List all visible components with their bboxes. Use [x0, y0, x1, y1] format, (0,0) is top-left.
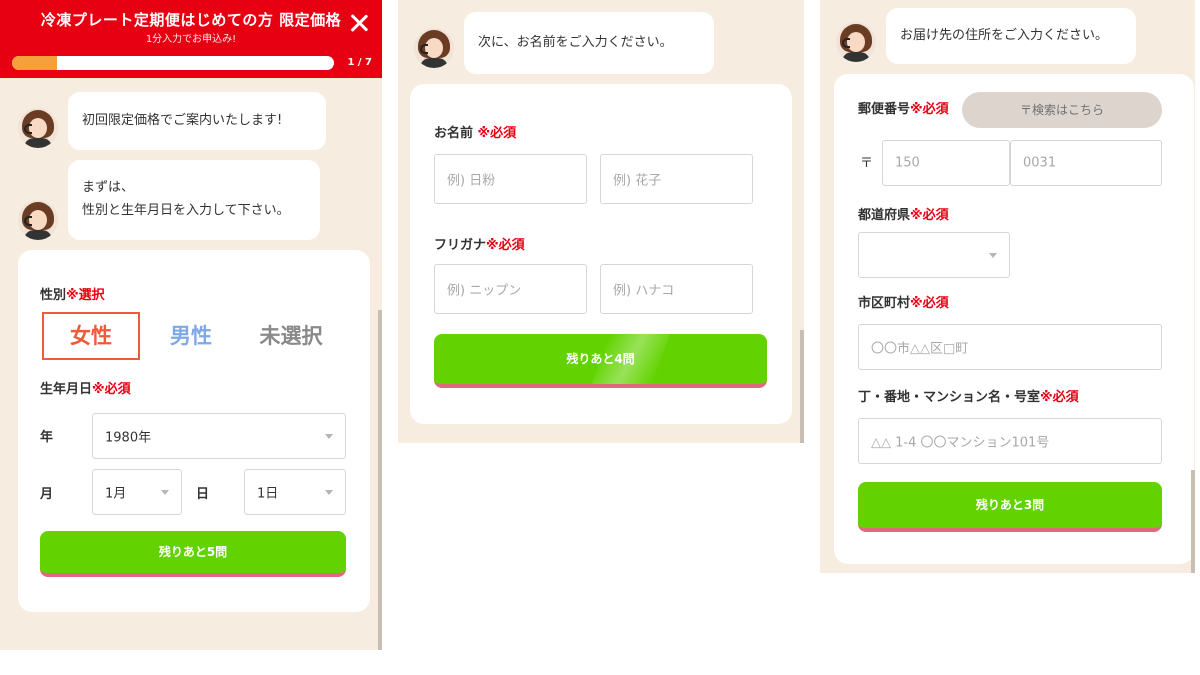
last-name-kana-placeholder: 例) ニップン [447, 283, 522, 299]
city-input[interactable]: 〇〇市△△区□町 [858, 324, 1162, 370]
progress-fill [12, 56, 58, 70]
postal-code-second-input[interactable]: 0031 [1010, 140, 1162, 186]
scrollbar[interactable] [800, 330, 804, 443]
screen-gender-birthdate: 冷凍プレート定期便はじめての方 限定価格 1分入力でお申込み! 1 / 7 初回… [0, 0, 382, 650]
name-label: お名前 ※必須 [434, 126, 517, 141]
prefecture-select[interactable] [858, 232, 1010, 278]
day-label: 日 [196, 487, 210, 502]
header-subtitle: 1分入力でお申込み! [145, 34, 237, 45]
progress-track [12, 56, 334, 70]
city-placeholder: 〇〇市△△区□町 [871, 341, 969, 357]
street-label: 丁・番地・マンション名・号室※必須 [858, 390, 1079, 405]
form-card: 性別※選択 女性 男性 未選択 生年月日※必須 年 1980年 月 1月 日 1… [18, 250, 370, 612]
chat-line: 性別と生年月日を入力して下さい。 [82, 203, 290, 218]
year-select[interactable]: 1980年 [92, 413, 346, 459]
form-card: 郵便番号※必須 〒検索はこちら 〒 150 0031 都道府県※必須 市区町村※… [834, 74, 1194, 564]
next-button-label: 残りあと4問 [566, 352, 635, 366]
screen-address: お届け先の住所をご入力ください。 郵便番号※必須 〒検索はこちら 〒 150 0… [820, 0, 1195, 573]
chat-bubble: 次に、お名前をご入力ください。 [464, 12, 714, 74]
operator-avatar [18, 108, 58, 148]
day-value: 1日 [257, 486, 279, 502]
chat-bubble: 初回限定価格でご案内いたします! [68, 92, 326, 150]
chat-line: まずは、 [82, 180, 135, 195]
required-mark: ※選択 [66, 288, 105, 303]
gender-option-male[interactable]: 男性 [156, 312, 226, 360]
form-card: お名前 ※必須 例) 日粉 例) 花子 フリガナ※必須 例) ニップン 例) ハ… [410, 84, 792, 424]
required-mark: ※必須 [910, 102, 949, 117]
chevron-down-icon [161, 490, 169, 495]
first-name-placeholder: 例) 花子 [613, 173, 662, 189]
campaign-header: 冷凍プレート定期便はじめての方 限定価格 1分入力でお申込み! [0, 0, 382, 48]
chat-line: 次に、お名前をご入力ください。 [478, 35, 673, 50]
last-name-placeholder: 例) 日粉 [447, 173, 496, 189]
chevron-down-icon [325, 434, 333, 439]
postal-search-button[interactable]: 〒検索はこちら [962, 92, 1162, 128]
chat-line: お届け先の住所をご入力ください。 [900, 28, 1109, 43]
chat-bubble: まずは、 性別と生年月日を入力して下さい。 [68, 160, 320, 240]
postal-code-first-value: 150 [895, 155, 920, 171]
chevron-down-icon [989, 253, 997, 258]
postal-code-label: 郵便番号※必須 [858, 102, 949, 117]
required-mark: ※必須 [910, 296, 949, 311]
required-mark: ※必須 [477, 126, 517, 141]
day-select[interactable]: 1日 [244, 469, 346, 515]
postal-code-first-input[interactable]: 150 [882, 140, 1010, 186]
year-value: 1980年 [105, 430, 152, 446]
scrollbar[interactable] [378, 310, 382, 650]
first-name-kana-input[interactable]: 例) ハナコ [600, 264, 753, 314]
next-button[interactable]: 残りあと3問 [858, 482, 1162, 532]
header-title: 冷凍プレート定期便はじめての方 限定価格 [40, 11, 342, 29]
scrollbar[interactable] [1191, 470, 1195, 573]
month-value: 1月 [105, 486, 127, 502]
postal-code-second-value: 0031 [1023, 155, 1057, 171]
chat-bubble: お届け先の住所をご入力ください。 [886, 8, 1136, 64]
prefecture-label: 都道府県※必須 [858, 208, 949, 223]
progress-text: 1 / 7 [347, 57, 372, 68]
chevron-down-icon [325, 490, 333, 495]
gender-label: 性別※選択 [40, 288, 105, 303]
required-mark: ※必須 [1040, 390, 1079, 405]
first-name-input[interactable]: 例) 花子 [600, 154, 753, 204]
next-button-label: 残りあと3問 [975, 498, 1045, 512]
required-mark: ※必須 [486, 238, 525, 253]
street-input[interactable]: △△ 1-4 〇〇マンション101号 [858, 418, 1162, 464]
gender-option-female[interactable]: 女性 [42, 312, 140, 360]
gender-option-unselected[interactable]: 未選択 [248, 312, 334, 360]
street-placeholder: △△ 1-4 〇〇マンション101号 [871, 435, 1050, 451]
birthdate-label: 生年月日※必須 [40, 382, 131, 397]
required-mark: ※必須 [92, 382, 131, 397]
operator-avatar [836, 22, 876, 62]
city-label: 市区町村※必須 [858, 296, 949, 311]
required-mark: ※必須 [910, 208, 949, 223]
last-name-kana-input[interactable]: 例) ニップン [434, 264, 587, 314]
operator-avatar [18, 200, 58, 240]
next-button-label: 残りあと5問 [158, 545, 228, 559]
month-label: 月 [40, 487, 54, 502]
month-select[interactable]: 1月 [92, 469, 182, 515]
next-button[interactable]: 残りあと5問 [40, 531, 346, 577]
postal-mark: 〒 [860, 156, 874, 171]
screen-name: 次に、お名前をご入力ください。 お名前 ※必須 例) 日粉 例) 花子 フリガナ… [398, 0, 804, 443]
first-name-kana-placeholder: 例) ハナコ [613, 283, 675, 299]
close-icon[interactable] [348, 12, 370, 34]
year-label: 年 [40, 430, 54, 445]
progress-bar: 1 / 7 [0, 48, 382, 78]
furigana-label: フリガナ※必須 [434, 238, 525, 253]
next-button[interactable]: 残りあと4問 [434, 334, 767, 388]
operator-avatar [414, 28, 454, 68]
chat-line: 初回限定価格でご案内いたします! [82, 113, 283, 128]
last-name-input[interactable]: 例) 日粉 [434, 154, 587, 204]
